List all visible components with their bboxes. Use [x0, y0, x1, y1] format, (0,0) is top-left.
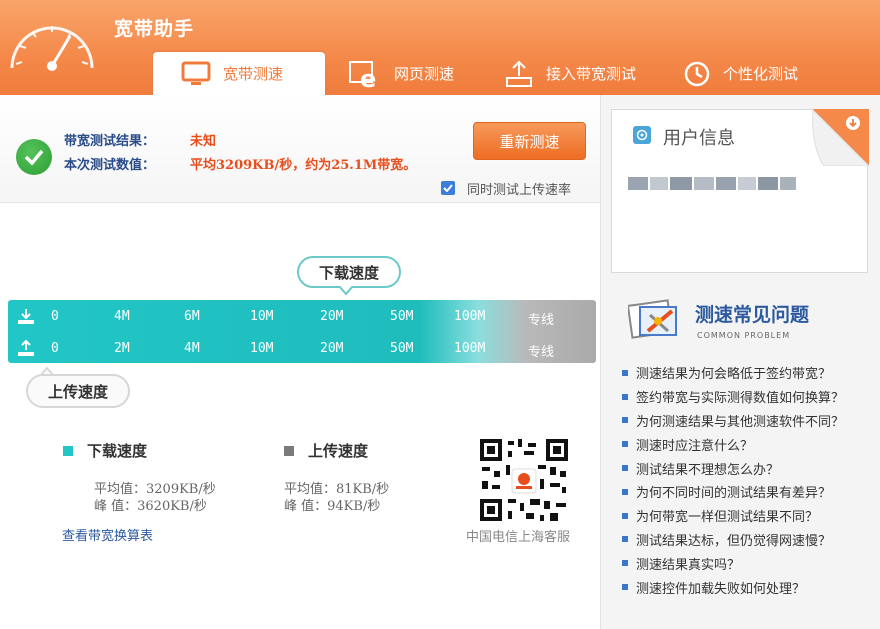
download-tick: 专线 — [528, 313, 555, 328]
upload-tick: 专线 — [528, 345, 555, 360]
upload-tick: 50M — [390, 341, 414, 356]
qr-code-icon — [478, 437, 570, 523]
faq-item[interactable]: 测速结果为何会略低于签约带宽？ — [622, 361, 880, 385]
bubble-pointer-icon — [339, 286, 353, 296]
faq-item[interactable]: 测速控件加载失败如何处理？ — [622, 575, 880, 599]
clock-icon — [683, 60, 711, 88]
faq-item-text: 为何不同时间的测试结果有差异？ — [636, 486, 832, 502]
faq-item-text: 测速结果真实吗？ — [636, 557, 741, 573]
download-tick: 4M — [114, 309, 130, 324]
faq-item-text: 签约带宽与实际测得数值如何换算？ — [636, 391, 845, 407]
tab-label: 个性化测试 — [723, 65, 799, 83]
faq-item[interactable]: 签约带宽与实际测得数值如何换算？ — [622, 385, 880, 409]
upload-scale-row: 0 2M 4M 10M 20M 50M 100M 专线 — [8, 334, 596, 364]
value-text: 平均3209KB/秒，约为25.1M带宽。 — [190, 158, 417, 173]
user-info-icon — [633, 126, 651, 144]
upload-icon — [18, 340, 34, 356]
router-icon — [504, 59, 534, 89]
faq-item[interactable]: 测试结果不理想怎么办？ — [622, 456, 880, 480]
download-tick: 20M — [320, 309, 344, 324]
result-value: 未知 — [190, 134, 217, 149]
faq-list: 测速结果为何会略低于签约带宽？ 签约带宽与实际测得数值如何换算？ 为何测速结果与… — [622, 361, 880, 599]
bullet-icon — [622, 393, 628, 400]
upload-test-label[interactable]: 同时测试上传速率 — [467, 179, 571, 198]
upload-tick: 20M — [320, 341, 344, 356]
retest-button[interactable]: 重新测速 — [473, 122, 586, 160]
faq-item-text: 测速时应注意什么？ — [636, 438, 754, 454]
app-header: 宽带助手 宽带测速 e 网页测速 接入带宽测试 个性化测试 — [0, 0, 880, 95]
download-tick: 6M — [184, 309, 200, 324]
faq-item-text: 测试结果达标，但仍觉得网速慢？ — [636, 533, 832, 549]
upload-speed-bubble: 上传速度 — [26, 374, 130, 408]
speed-scale-bar: 0 4M 6M 10M 20M 50M 100M 专线 0 2M 4M 10M … — [8, 300, 596, 363]
faq-item[interactable]: 测速结果真实吗？ — [622, 551, 880, 575]
upload-stats-label: 上传速度 — [308, 442, 369, 460]
faq-subtitle: COMMON PROBLEM — [697, 331, 791, 340]
faq-item[interactable]: 为何测速结果与其他测速软件不同？ — [622, 409, 880, 433]
bullet-icon — [622, 488, 628, 495]
download-stats-label: 下载速度 — [87, 442, 148, 460]
success-check-icon — [16, 139, 52, 175]
download-tick: 10M — [250, 309, 274, 324]
download-peak: 峰 值：3620KB/秒 — [94, 499, 207, 514]
svg-text:e: e — [360, 65, 376, 89]
redacted-user-data — [628, 177, 796, 190]
app-title: 宽带助手 — [114, 18, 195, 40]
tab-label: 网页测速 — [394, 65, 455, 83]
faq-item-text: 测试结果不理想怎么办？ — [636, 462, 780, 478]
download-icon — [18, 309, 34, 324]
faq-item-text: 测速结果为何会略低于签约带宽？ — [636, 367, 832, 383]
faq-tools-icon — [628, 299, 677, 339]
monitor-icon — [181, 61, 211, 87]
tab-personalized-test[interactable]: 个性化测试 — [683, 52, 833, 95]
tab-label: 宽带测速 — [223, 65, 284, 83]
bullet-icon — [622, 512, 628, 519]
bandwidth-conversion-link[interactable]: 查看带宽换算表 — [62, 525, 153, 544]
download-tick: 100M — [454, 309, 486, 324]
user-info-title: 用户信息 — [663, 128, 735, 149]
bullet-icon — [622, 536, 628, 543]
bullet-icon — [622, 560, 628, 567]
upload-tick: 4M — [184, 341, 200, 356]
tab-broadband-speed[interactable]: 宽带测速 — [153, 52, 325, 95]
upload-peak: 峰 值：94KB/秒 — [284, 499, 381, 514]
upload-stats-title: 上传速度 — [284, 440, 368, 461]
page-corner-download-icon[interactable] — [812, 109, 869, 166]
bullet-icon — [622, 417, 628, 424]
faq-item-text: 为何带宽一样但测试结果不同？ — [636, 510, 819, 526]
faq-item-text: 为何测速结果与其他测速软件不同？ — [636, 414, 845, 430]
tab-access-bandwidth[interactable]: 接入带宽测试 — [504, 52, 674, 95]
speedometer-logo-icon — [10, 26, 94, 71]
bullet-icon — [622, 584, 628, 591]
value-label: 本次测试数值： — [64, 158, 156, 173]
faq-item[interactable]: 为何带宽一样但测试结果不同？ — [622, 504, 880, 528]
faq-item[interactable]: 测速时应注意什么？ — [622, 432, 880, 456]
upload-test-checkbox[interactable] — [441, 181, 455, 195]
faq-item-text: 测速控件加载失败如何处理？ — [636, 581, 806, 597]
bullet-icon — [622, 441, 628, 448]
download-tick: 0 — [51, 309, 59, 324]
result-label: 带宽测试结果： — [64, 134, 156, 149]
upload-tick: 10M — [250, 341, 274, 356]
faq-title: 测速常见问题 — [695, 304, 810, 326]
upload-legend-swatch — [284, 445, 294, 456]
tab-web-speed[interactable]: e 网页测速 — [348, 52, 488, 95]
tab-label: 接入带宽测试 — [546, 65, 637, 83]
bullet-icon — [622, 465, 628, 472]
browser-e-icon: e — [348, 59, 382, 89]
download-scale-row: 0 4M 6M 10M 20M 50M 100M 专线 — [8, 302, 596, 332]
qr-caption: 中国电信上海客服 — [466, 530, 571, 545]
faq-item[interactable]: 为何不同时间的测试结果有差异？ — [622, 480, 880, 504]
download-stats-title: 下载速度 — [63, 440, 147, 461]
upload-tick: 0 — [51, 341, 59, 356]
bullet-icon — [622, 369, 628, 376]
upload-tick: 2M — [114, 341, 130, 356]
checkmark-icon — [443, 184, 453, 192]
download-tick: 50M — [390, 309, 414, 324]
upload-tick: 100M — [454, 341, 486, 356]
faq-item[interactable]: 测试结果达标，但仍觉得网速慢？ — [622, 528, 880, 552]
download-legend-swatch — [63, 445, 73, 456]
download-speed-bubble: 下载速度 — [297, 256, 401, 288]
